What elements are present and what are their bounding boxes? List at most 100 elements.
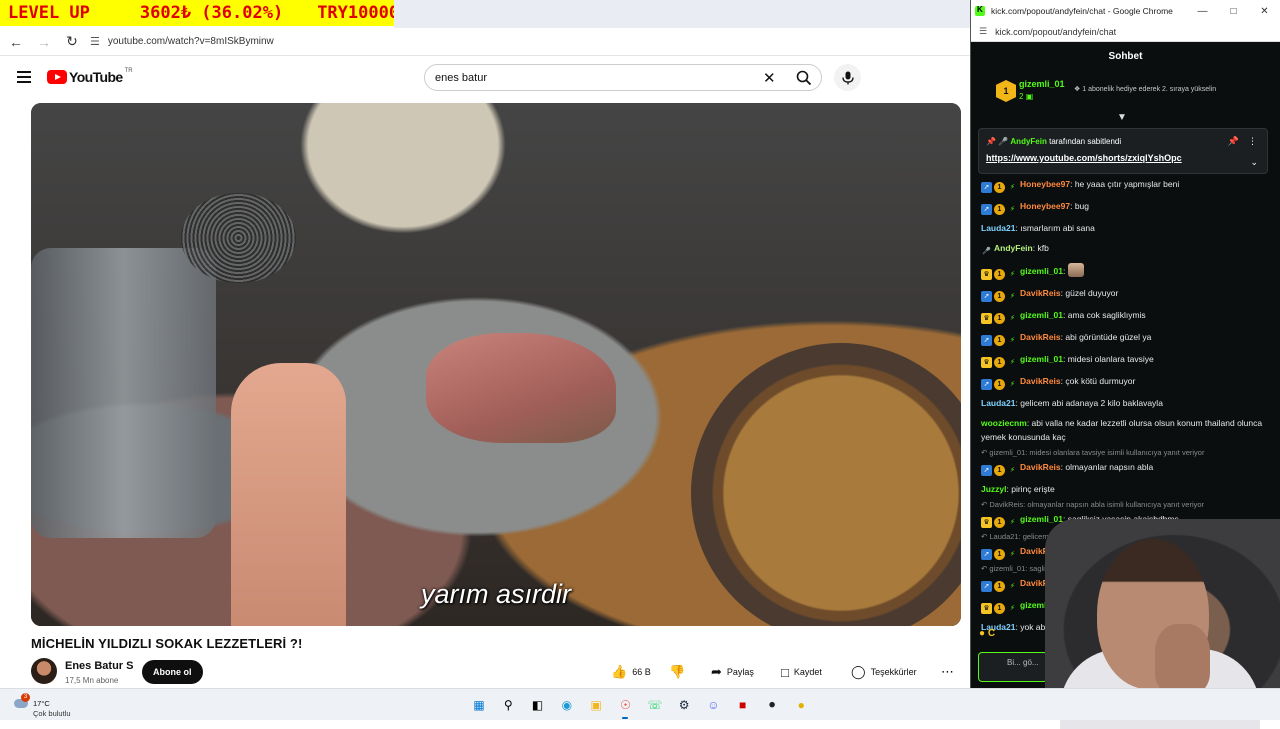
like-button[interactable]: 👍 66 B [611, 660, 661, 684]
chat-filter-icon[interactable]: ▼ [1117, 112, 1127, 123]
chat-message[interactable]: ♛ 1 ⚡ gizemli_01: ama cok sagliklıymis [971, 305, 1271, 327]
whatsapp-icon[interactable]: ☏ [644, 694, 666, 716]
sub-badge-icon: ⚡ [1010, 551, 1015, 558]
chat-message[interactable]: ➚ 1 ⚡ Honeybee97: he yaaa çıtır yapmışlar b… [971, 174, 1271, 196]
more-icon: ⋯ [941, 664, 954, 679]
chat-message[interactable]: wooziecnm: abi valla ne kadar lezzetli o… [971, 413, 1271, 447]
pinned-link[interactable]: https://www.youtube.com/shorts/zxiqlYshO… [986, 153, 1182, 163]
overlay-level: LEVEL UP [8, 3, 90, 23]
task-view-icon[interactable]: ◧ [527, 694, 549, 716]
browser-toolbar: ← → ↻ ☰ youtube.com/watch?v=8mISkByminw [0, 28, 970, 56]
chat-message[interactable]: Lauda21: gelicem abi adanaya 2 kilo bakl… [971, 393, 1271, 413]
chat-username[interactable]: wooziecnm [981, 418, 1027, 428]
site-info-icon[interactable]: ☰ [90, 35, 100, 48]
gifter-badge-icon: 1 [994, 291, 1005, 302]
chat-username[interactable]: gizemli_01 [1020, 310, 1063, 320]
pinned-by-text: tarafından sabitlendi [1049, 137, 1122, 146]
chat-username[interactable]: Honeybee97 [1020, 201, 1070, 211]
chat-username[interactable]: gizemli_01 [1020, 514, 1063, 524]
windows-taskbar: 3 17°C Çok bulutlu ▦ ⚲ ◧ ◉ ▣ ☉ ☏ ⚙ ☺ ■ ⚫… [0, 688, 1280, 720]
reload-icon[interactable]: ↻ [60, 30, 84, 54]
back-icon[interactable]: ← [4, 30, 28, 54]
channel-name[interactable]: Enes Batur S [65, 660, 133, 672]
chat-input[interactable]: Bi... gö... [978, 652, 1048, 682]
verified-badge-icon: ➚ [981, 549, 992, 560]
more-actions-button[interactable]: ⋯ [941, 660, 954, 684]
reply-arrow-icon: ↶ [981, 564, 988, 573]
obs-icon[interactable]: ⚫ [761, 694, 783, 716]
chat-username[interactable]: Honeybee97 [1020, 179, 1070, 189]
save-button[interactable]: □ Kaydet [781, 660, 822, 684]
chat-text: : abi görüntüde güzel ya [1060, 332, 1152, 342]
voice-search-button[interactable] [834, 64, 861, 91]
gift-info-icon: ❖ [1074, 86, 1081, 93]
chat-username[interactable]: gizemli_01 [1020, 354, 1063, 364]
close-icon[interactable]: ✕ [1249, 6, 1280, 17]
address-bar[interactable]: ☰ youtube.com/watch?v=8mISkByminw [90, 31, 274, 53]
chrome-icon[interactable]: ☉ [614, 694, 636, 719]
chat-username[interactable]: DavikReis [1020, 332, 1061, 342]
sub-badge-icon: ⚡ [1010, 519, 1015, 526]
edge-icon[interactable]: ◉ [556, 694, 578, 716]
file-explorer-icon[interactable]: ▣ [585, 694, 607, 716]
menu-icon[interactable] [17, 71, 31, 83]
youtube-header: YouTube TR ✕ [0, 57, 970, 99]
chat-message[interactable]: Lauda21: ısmarlarım abi sana [971, 218, 1271, 238]
subscribe-button[interactable]: Abone ol [142, 660, 203, 684]
chat-username[interactable]: Lauda21 [981, 223, 1016, 233]
chat-username[interactable]: gizemli_01 [1020, 266, 1063, 276]
clear-search-icon[interactable]: ✕ [763, 69, 776, 87]
chat-message[interactable]: Juzzyl: pirinç erişte [971, 479, 1271, 499]
chat-message[interactable]: ➚ 1 ⚡ DavikReis: güzel duyuyor [971, 283, 1271, 305]
chat-message[interactable]: 🎤 AndyFein: kfb [971, 238, 1271, 260]
forward-icon[interactable]: → [32, 30, 56, 54]
chevron-down-icon[interactable]: ⌄ [1250, 157, 1258, 168]
chat-message[interactable]: ➚ 1 ⚡ DavikReis: çok kötü durmuyor [971, 371, 1271, 393]
kick-address-bar[interactable]: ☰ kick.com/popout/andyfein/chat [971, 22, 1280, 42]
gifter-badge-icon: 1 [994, 313, 1005, 324]
unpin-icon[interactable]: 📌 [1228, 136, 1239, 147]
kick-site-info-icon[interactable]: ☰ [979, 26, 987, 37]
search-input[interactable] [425, 71, 745, 84]
steam-icon[interactable]: ⚙ [673, 694, 695, 716]
leader-rank-badge: 1 [996, 80, 1016, 102]
chat-username[interactable]: Juzzyl [981, 484, 1007, 494]
yellow-app-icon[interactable]: ● [790, 694, 812, 716]
video-strainer [181, 193, 296, 283]
chat-text: : kfb [1032, 243, 1049, 253]
maximize-icon[interactable]: □ [1218, 6, 1249, 17]
chat-message[interactable]: ♛ 1 ⚡ gizemli_01: [971, 260, 1271, 283]
chat-message[interactable]: ➚ 1 ⚡ DavikReis: olmayanlar napsın abla [971, 457, 1271, 479]
discord-icon[interactable]: ☺ [702, 694, 724, 716]
youtube-logo[interactable]: YouTube TR [47, 68, 133, 85]
gift-leaderboard[interactable]: 1 gizemli_01 2 ▣ ❖ 1 abonelik hediye ede… [971, 70, 1280, 114]
browser-tabstrip [394, 0, 970, 28]
pinned-message[interactable]: 📌 🎤 AndyFein tarafından sabitlendi https… [978, 128, 1268, 174]
chat-text: : [1063, 266, 1066, 276]
taskbar-search-icon[interactable]: ⚲ [497, 694, 519, 716]
dislike-button[interactable]: 👎 [669, 660, 691, 684]
country-code: TR [124, 68, 133, 74]
chat-message[interactable]: ♛ 1 ⚡ gizemli_01: midesi olanlara tavsiye [971, 349, 1271, 371]
minimize-icon[interactable]: — [1187, 6, 1218, 17]
channel-avatar[interactable] [31, 658, 57, 684]
gifter-badge-icon: 1 [994, 465, 1005, 476]
chat-username[interactable]: DavikReis [1020, 376, 1061, 386]
subscriber-count: 17,5 Mn abone [65, 676, 119, 685]
video-player[interactable]: yarım asırdir [31, 103, 961, 626]
search-button[interactable] [785, 65, 823, 90]
media-app-icon[interactable]: ■ [732, 694, 754, 716]
gifter-badge-icon: 1 [994, 379, 1005, 390]
share-button[interactable]: ➦ Paylaş [711, 660, 754, 684]
start-icon[interactable]: ▦ [468, 694, 490, 716]
chat-text: : olmayanlar napsın abla [1060, 462, 1154, 472]
chat-username[interactable]: DavikReis [1020, 462, 1061, 472]
pinned-more-icon[interactable]: ⋮ [1248, 136, 1257, 147]
weather-widget[interactable]: 3 17°C Çok bulutlu [12, 693, 82, 719]
thanks-button[interactable]: ◯ Teşekkürler [851, 660, 917, 684]
chat-message[interactable]: ➚ 1 ⚡ DavikReis: abi görüntüde güzel ya [971, 327, 1271, 349]
chat-username[interactable]: AndyFein [994, 243, 1033, 253]
chat-username[interactable]: DavikReis [1020, 288, 1061, 298]
chat-username[interactable]: Lauda21 [981, 398, 1016, 408]
chat-message[interactable]: ➚ 1 ⚡ Honeybee97: bug [971, 196, 1271, 218]
